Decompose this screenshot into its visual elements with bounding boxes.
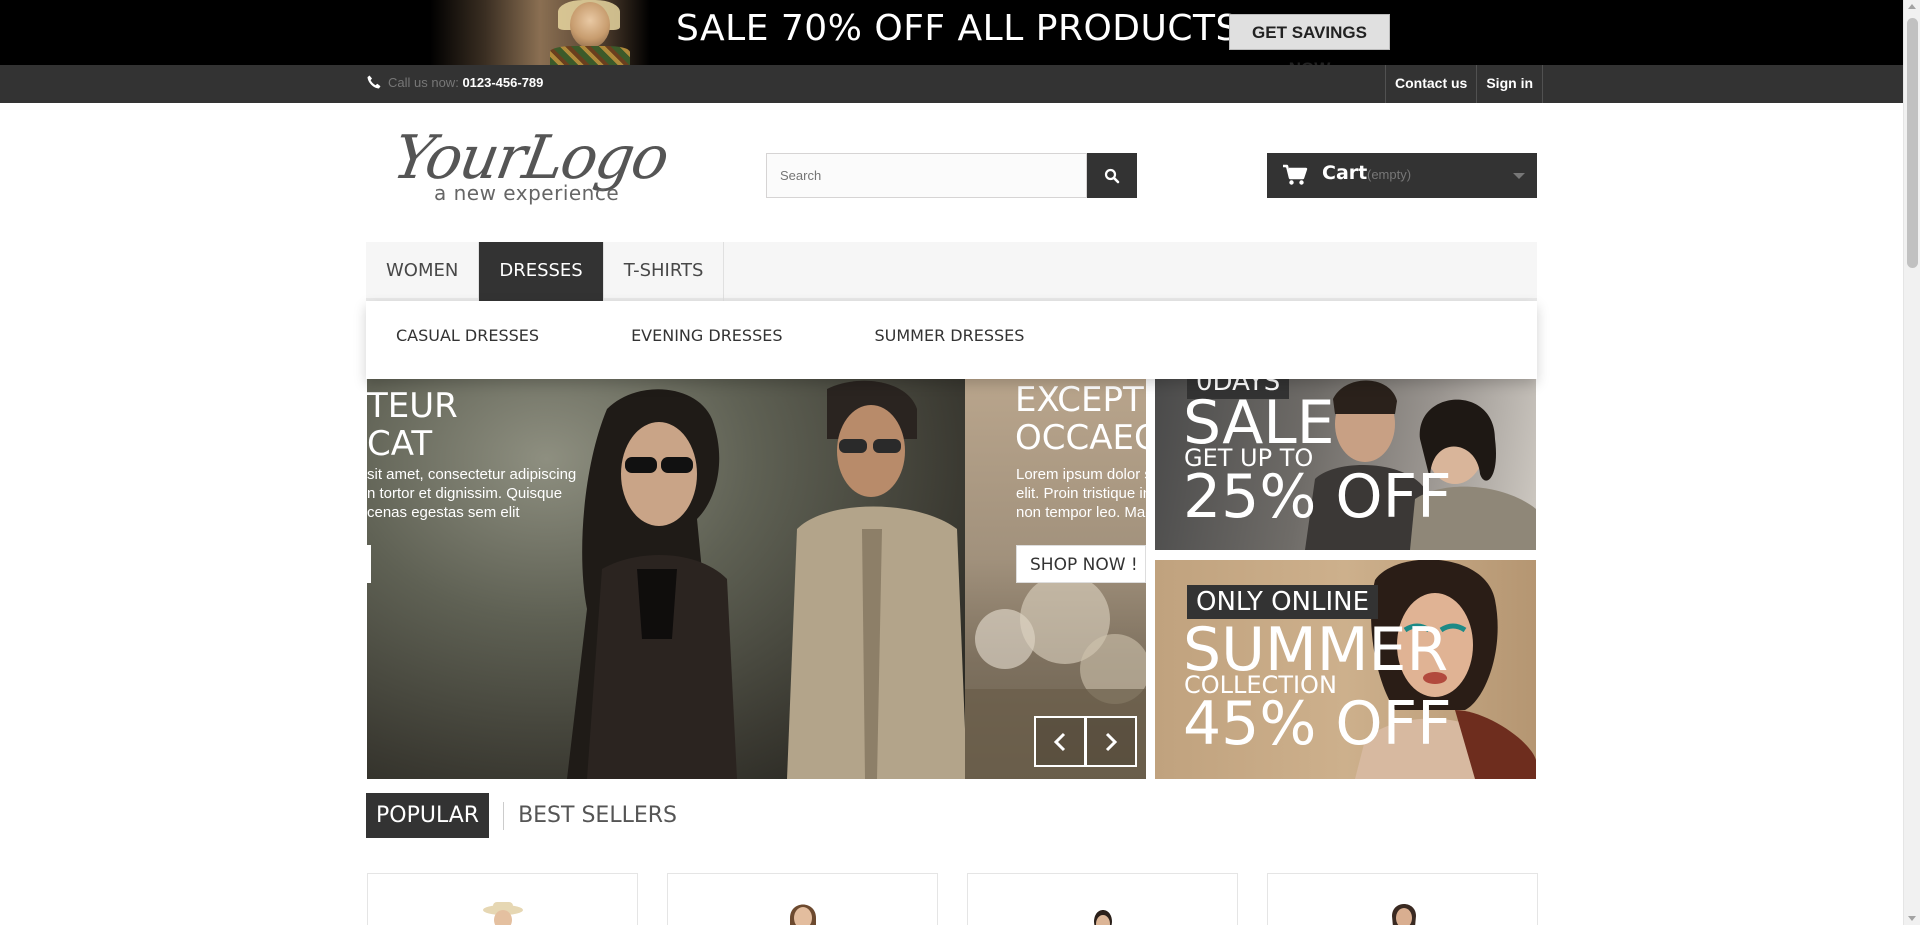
slide1-body-line2: n tortor et dignissim. Quisque bbox=[367, 485, 563, 502]
search-icon bbox=[1104, 168, 1120, 183]
slider-prev-button[interactable] bbox=[1034, 716, 1086, 767]
cart-icon bbox=[1283, 164, 1308, 185]
cart-label: Cart bbox=[1322, 162, 1368, 184]
product-card[interactable] bbox=[667, 873, 938, 925]
main-menu: WOMEN DRESSES T-SHIRTS bbox=[366, 242, 1537, 301]
chevron-down-icon bbox=[1513, 173, 1525, 179]
slide1-body-line3: cenas egestas sem elit bbox=[367, 504, 520, 521]
slide-woman-figure bbox=[567, 389, 737, 779]
slide2-body-line1: Lorem ipsum dolor s bbox=[1016, 466, 1146, 483]
product-image bbox=[789, 904, 816, 925]
tab-best-sellers[interactable]: BEST SELLERS bbox=[518, 803, 677, 828]
submenu-evening-dresses[interactable]: EVENING DRESSES bbox=[631, 301, 782, 379]
promo-model-image bbox=[430, 0, 650, 65]
slide2-heading-line2: OCCAEC bbox=[1015, 418, 1146, 458]
menu-item-tshirts[interactable]: T-SHIRTS bbox=[604, 242, 725, 301]
chevron-left-icon bbox=[1053, 732, 1066, 751]
summer-collection-banner[interactable]: ONLY ONLINE SUMMER COLLECTION 45% OFF bbox=[1155, 560, 1536, 779]
product-image bbox=[482, 902, 523, 925]
sale-banner[interactable]: 0DAYS SALE GET UP TO 25% OFF bbox=[1155, 379, 1536, 550]
product-card[interactable] bbox=[1267, 873, 1538, 925]
tab-divider bbox=[503, 801, 505, 830]
slide1-heading-line2: CAT bbox=[367, 424, 433, 464]
phone-icon bbox=[367, 75, 381, 89]
dresses-submenu: CASUAL DRESSES EVENING DRESSES SUMMER DR… bbox=[366, 301, 1537, 379]
top-bar: Call us now: 0123-456-789 Contact us Sig… bbox=[0, 65, 1903, 103]
slider-next-button[interactable] bbox=[1085, 716, 1137, 767]
slide2-heading-line1: EXCEPT bbox=[1015, 380, 1144, 420]
promo-banner[interactable]: SALE 70% OFF ALL PRODUCTS GET SAVINGS NO… bbox=[0, 0, 1903, 65]
slide2-body-line2: elit. Proin tristique in bbox=[1016, 485, 1146, 502]
tab-popular[interactable]: POPULAR bbox=[366, 793, 490, 838]
top-links: Contact us Sign in bbox=[1385, 65, 1544, 103]
slide1-body-line1: sit amet, consectetur adipiscing bbox=[367, 466, 577, 483]
slide-image-couple: TEUR CAT sit amet, consectetur adipiscin… bbox=[367, 379, 967, 779]
page-scrollbar[interactable] bbox=[1903, 0, 1920, 925]
call-label: Call us now: bbox=[388, 75, 459, 90]
search-input[interactable] bbox=[766, 153, 1087, 198]
product-card[interactable] bbox=[967, 873, 1238, 925]
promo-headline: SALE 70% OFF ALL PRODUCTS bbox=[676, 8, 1239, 49]
search-button[interactable] bbox=[1087, 153, 1137, 198]
banner2-offer: 45% OFF bbox=[1183, 689, 1452, 759]
banner1-offer: 25% OFF bbox=[1183, 462, 1452, 532]
menu-item-dresses[interactable]: DRESSES bbox=[479, 242, 604, 301]
phone-number: 0123-456-789 bbox=[462, 75, 544, 90]
scroll-up-arrow-icon[interactable] bbox=[1908, 4, 1916, 9]
slide2-body-line3: non tempor leo. Mae bbox=[1016, 504, 1146, 521]
submenu-summer-dresses[interactable]: SUMMER DRESSES bbox=[875, 301, 1025, 379]
product-tabs: POPULAR BEST SELLERS bbox=[366, 793, 677, 838]
shop-now-button[interactable]: SHOP NOW ! bbox=[1016, 545, 1146, 583]
sign-in-link[interactable]: Sign in bbox=[1476, 65, 1544, 103]
call-us: Call us now: 0123-456-789 bbox=[366, 74, 543, 90]
slide-man-figure bbox=[787, 380, 967, 779]
menu-item-women[interactable]: WOMEN bbox=[366, 242, 480, 301]
chevron-right-icon bbox=[1105, 732, 1118, 751]
cart-status: (empty) bbox=[1367, 167, 1412, 182]
product-image bbox=[1093, 910, 1112, 925]
homepage-slider[interactable]: TEUR CAT sit amet, consectetur adipiscin… bbox=[367, 379, 1146, 779]
submenu-casual-dresses[interactable]: CASUAL DRESSES bbox=[396, 301, 539, 379]
scroll-down-arrow-icon[interactable] bbox=[1908, 916, 1916, 921]
product-card[interactable] bbox=[367, 873, 638, 925]
product-image bbox=[1391, 904, 1416, 925]
get-savings-button[interactable]: GET SAVINGS NOW bbox=[1229, 14, 1390, 65]
banner2-tag: ONLY ONLINE bbox=[1187, 585, 1379, 619]
slide1-button-edge[interactable] bbox=[367, 545, 371, 583]
logo-tagline: a new experience bbox=[434, 181, 620, 205]
contact-us-link[interactable]: Contact us bbox=[1385, 65, 1476, 103]
search-bar bbox=[766, 153, 1137, 198]
site-logo[interactable]: YourLogo a new experience bbox=[388, 123, 674, 208]
cart-button[interactable]: Cart (empty) bbox=[1267, 153, 1537, 198]
scroll-thumb[interactable] bbox=[1907, 18, 1918, 268]
slide1-heading-line1: TEUR bbox=[367, 386, 458, 426]
